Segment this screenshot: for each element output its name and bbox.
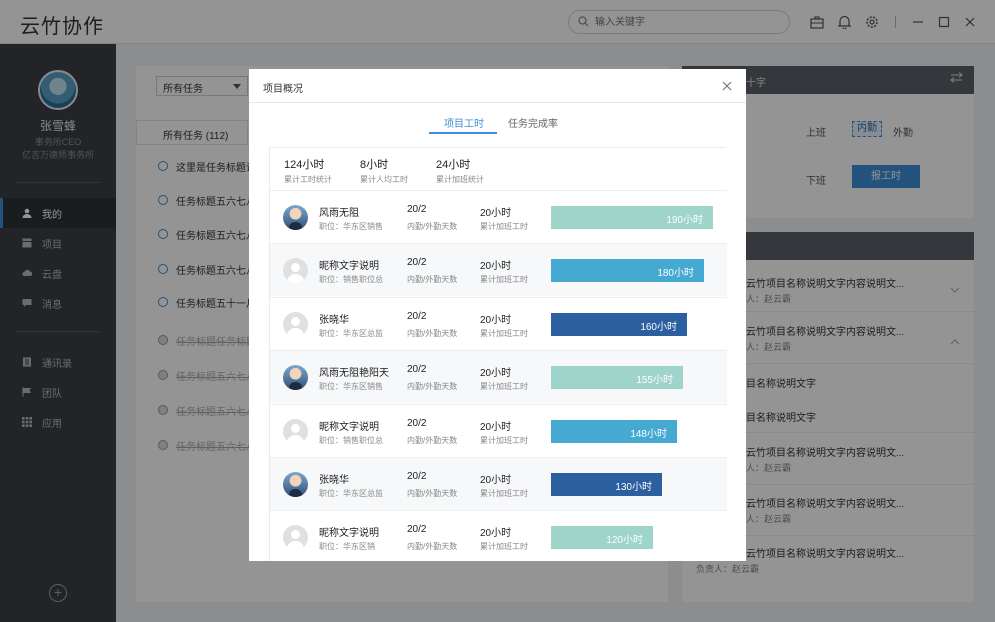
member-position: 职位：销售职位总 bbox=[319, 435, 383, 445]
modal-header: 项目概况 bbox=[249, 69, 746, 103]
member-row[interactable]: 昵称文字说明 职位：销售职位总 20/2 内勤/外勤天数 20小时累计加班工时 148小时 bbox=[270, 403, 727, 457]
hours-bar: 120小时 bbox=[551, 526, 653, 550]
overtime-hours: 20小时 bbox=[480, 208, 512, 219]
member-name: 昵称文字说明 bbox=[319, 421, 379, 433]
overtime-hours: 20小时 bbox=[480, 475, 512, 486]
avatar bbox=[283, 205, 308, 230]
attendance-days-label: 内勤/外勤天数 bbox=[407, 382, 458, 392]
member-position: 职位：华东区销 bbox=[319, 542, 375, 552]
avatar bbox=[283, 258, 308, 284]
overtime-hours: 20小时 bbox=[480, 314, 512, 326]
overtime-hours: 20小时 bbox=[480, 528, 512, 540]
summary-value: 8小时 bbox=[360, 159, 389, 171]
overtime-hours: 20小时 bbox=[480, 421, 512, 433]
summary-label: 累计人均工时 bbox=[360, 175, 408, 184]
hours-card: 124小时 累计工时统计 8小时 累计人均工时 24小时 累计加班统计 风雨无阻… bbox=[269, 147, 727, 561]
attendance-days: 20/2 bbox=[407, 524, 427, 536]
attendance-days: 20/2 bbox=[407, 204, 427, 215]
summary-value: 124小时 bbox=[284, 159, 325, 171]
avatar bbox=[283, 525, 308, 551]
hours-bar-label: 130小时 bbox=[615, 482, 652, 493]
hours-bar: 155小时 bbox=[551, 366, 683, 390]
summary-total: 124小时 累计工时统计 bbox=[284, 156, 332, 185]
member-position: 职位：销售职位总 bbox=[319, 275, 383, 285]
member-name: 风雨无阻 bbox=[319, 208, 359, 219]
avatar bbox=[283, 365, 308, 391]
summary-label: 累计工时统计 bbox=[284, 175, 332, 184]
attendance-days-label: 内勤/外勤天数 bbox=[407, 435, 458, 445]
hours-bar: 160小时 bbox=[551, 312, 687, 336]
summary-average: 8小时 累计人均工时 bbox=[360, 156, 408, 185]
member-name: 张晓华 bbox=[319, 314, 349, 326]
avatar bbox=[283, 472, 308, 497]
overtime-label: 累计加班工时 bbox=[480, 275, 528, 285]
attendance-days: 20/2 bbox=[407, 417, 427, 429]
overtime-label: 累计加班工时 bbox=[480, 328, 528, 338]
summary-bar: 124小时 累计工时统计 8小时 累计人均工时 24小时 累计加班统计 bbox=[270, 148, 727, 190]
hours-bar-label: 180小时 bbox=[657, 268, 694, 280]
hours-bar: 190小时 bbox=[551, 206, 713, 229]
member-position: 职位：华东区总监 bbox=[319, 489, 383, 498]
hours-bar-label: 190小时 bbox=[666, 215, 703, 226]
attendance-days: 20/2 bbox=[407, 257, 427, 269]
attendance-days: 20/2 bbox=[407, 364, 427, 376]
member-row[interactable]: 昵称文字说明 职位：华东区销 20/2 内勤/外勤天数 20小时累计加班工时 120小时 bbox=[270, 510, 727, 561]
overtime-label: 累计加班工时 bbox=[480, 222, 528, 231]
summary-value: 24小时 bbox=[436, 159, 471, 171]
modal-title: 项目概况 bbox=[263, 84, 303, 95]
member-position: 职位：华东区销售 bbox=[319, 222, 383, 231]
summary-overtime: 24小时 累计加班统计 bbox=[436, 156, 484, 185]
overtime-label: 累计加班工时 bbox=[480, 435, 528, 445]
overtime-hours: 20小时 bbox=[480, 261, 512, 273]
attendance-days-label: 内勤/外勤天数 bbox=[407, 542, 458, 552]
hours-bar-label: 160小时 bbox=[640, 321, 677, 333]
close-icon[interactable] bbox=[721, 80, 733, 92]
attendance-days: 20/2 bbox=[407, 471, 427, 482]
member-position: 职位：华东区总监 bbox=[319, 328, 383, 338]
hours-bar-label: 155小时 bbox=[636, 375, 673, 387]
modal-tabs: 项目工时 任务完成率 bbox=[249, 111, 746, 134]
tab-task-completion[interactable]: 任务完成率 bbox=[508, 115, 558, 130]
project-overview-modal: 项目概况 项目工时 任务完成率 124小时 累计工时统计 8小时 累计人均工时 … bbox=[249, 69, 746, 561]
overtime-label: 累计加班工时 bbox=[480, 542, 528, 552]
tab-project-hours[interactable]: 项目工时 bbox=[444, 115, 484, 130]
hours-bar: 148小时 bbox=[551, 419, 677, 443]
member-row[interactable]: 张晓华职位：华东区总监 20/2 内勤/外勤天数 20小时累计加班工时 130小时 bbox=[270, 457, 727, 510]
hours-bar-label: 120小时 bbox=[606, 535, 643, 547]
overtime-label: 累计加班工时 bbox=[480, 382, 528, 392]
summary-label: 累计加班统计 bbox=[436, 175, 484, 184]
overtime-hours: 20小时 bbox=[480, 368, 512, 380]
hours-bar: 130小时 bbox=[551, 473, 662, 496]
hours-bar-label: 148小时 bbox=[630, 428, 667, 440]
overtime-label: 累计加班工时 bbox=[480, 489, 528, 498]
attendance-days-label: 内勤/外勤天数 bbox=[407, 489, 458, 498]
member-name: 昵称文字说明 bbox=[319, 261, 379, 273]
hours-bar: 180小时 bbox=[551, 259, 704, 283]
attendance-days-label: 内勤/外勤天数 bbox=[407, 222, 458, 231]
member-row[interactable]: 风雨无阻艳阳天 职位：华东区销售 20/2 内勤/外勤天数 20小时累计加班工时 155小… bbox=[270, 350, 727, 404]
tab-active-indicator bbox=[429, 132, 497, 134]
avatar bbox=[283, 311, 308, 337]
member-name: 昵称文字说明 bbox=[319, 528, 379, 540]
member-position: 职位：华东区销售 bbox=[319, 382, 383, 392]
attendance-days: 20/2 bbox=[407, 310, 427, 322]
avatar bbox=[283, 418, 308, 444]
member-name: 风雨无阻艳阳天 bbox=[319, 368, 389, 380]
member-row[interactable]: 昵称文字说明 职位：销售职位总 20/2 内勤/外勤天数 20小时累计加班工时 180小时 bbox=[270, 243, 727, 297]
member-row[interactable]: 张晓华职位：华东区总监 20/2 内勤/外勤天数 20小时累计加班工时 160小时 bbox=[270, 296, 727, 350]
member-name: 张晓华 bbox=[319, 475, 349, 486]
attendance-days-label: 内勤/外勤天数 bbox=[407, 328, 458, 338]
member-row[interactable]: 风雨无阻职位：华东区销售 20/2 内勤/外勤天数 20小时累计加班工时 190小时 bbox=[270, 190, 727, 243]
attendance-days-label: 内勤/外勤天数 bbox=[407, 275, 458, 285]
